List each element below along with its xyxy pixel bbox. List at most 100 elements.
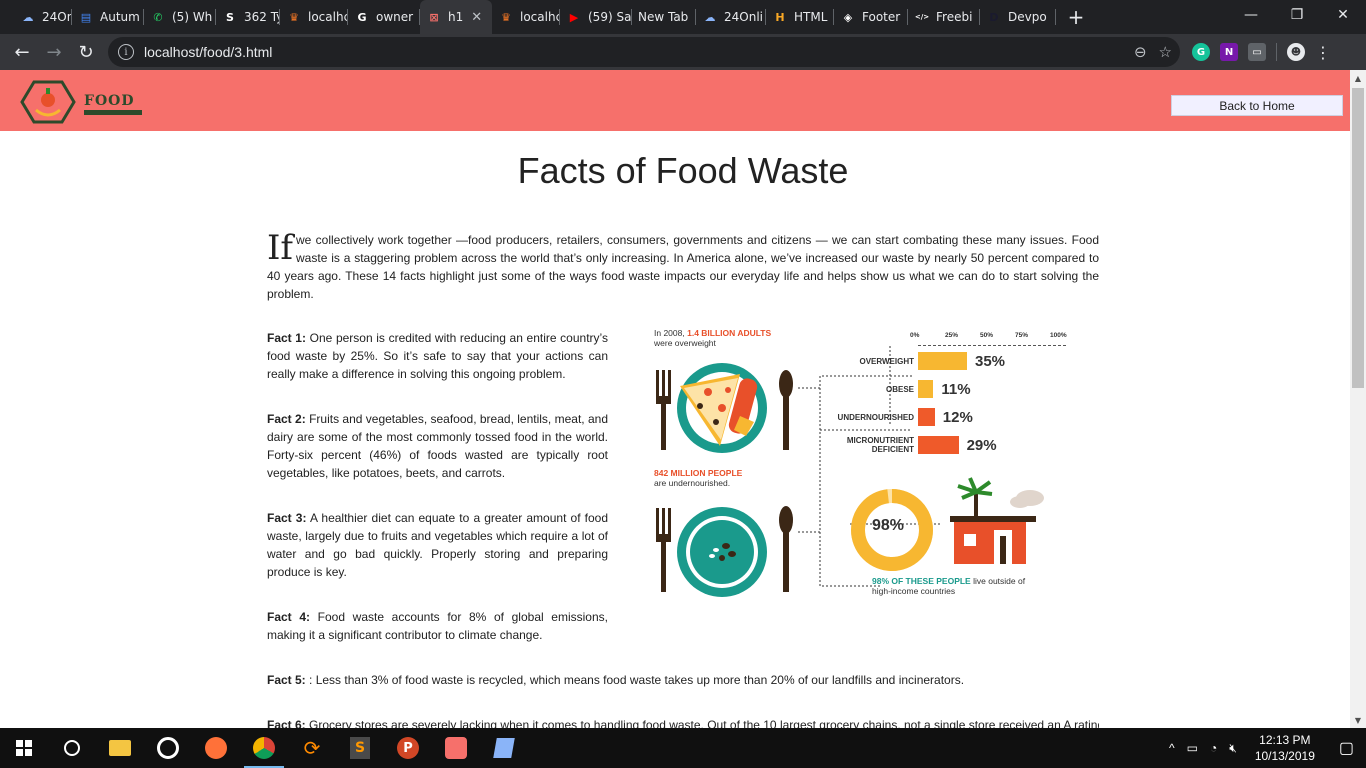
battery-icon[interactable]: ▭ (1187, 741, 1198, 755)
xampp-crown-icon: ♛ (289, 10, 299, 24)
window-controls: — ❐ ✕ (1228, 0, 1366, 34)
close-window-icon[interactable]: ✕ (1320, 0, 1366, 30)
chrome-icon[interactable] (240, 728, 288, 768)
sync-icon[interactable]: ⟳ (288, 728, 336, 768)
s-logo-icon: S (226, 10, 234, 24)
windows-start-icon[interactable] (0, 728, 48, 768)
bookmark-star-icon[interactable]: ☆ (1159, 43, 1172, 61)
profile-avatar-icon[interactable]: ☻ (1287, 43, 1305, 61)
codepen-icon: ◈ (843, 10, 853, 24)
browser-tab[interactable]: ▶ (59) Sa (560, 0, 632, 34)
tab-label: (59) Sa (588, 10, 632, 24)
tab-label: localhc (308, 10, 348, 24)
site-info-icon[interactable]: i (118, 44, 134, 60)
fact-label: Fact 2: (267, 412, 306, 426)
restore-icon[interactable]: ❐ (1274, 0, 1320, 30)
tab-label: Devpo (1008, 10, 1047, 24)
back-to-home-button[interactable]: Back to Home (1171, 95, 1343, 116)
notepad-icon[interactable] (480, 728, 528, 768)
onenote-icon[interactable]: N (1220, 43, 1238, 61)
groove-music-icon[interactable] (144, 728, 192, 768)
windows-taskbar: ⟳ S P ^ ▭ ◔ 🔇︎ 12:13 PM 10/13/2019 ▢ (0, 728, 1366, 768)
browser-tab[interactable]: ☁ 24Onli (696, 0, 766, 34)
fact-6: Fact 6: Grocery stores are severely lack… (267, 716, 1099, 728)
reload-icon[interactable]: ↻ (70, 36, 102, 68)
tab-label: Freebi (936, 10, 973, 24)
tab-label: localhc (520, 10, 560, 24)
donut-label: 98% (872, 517, 905, 534)
logo-text: FOOD (84, 92, 135, 109)
tab-label: Footer (862, 10, 901, 24)
browser-tab[interactable]: ▤ Autum (72, 0, 144, 34)
wifi-icon[interactable]: ◔ (1210, 741, 1217, 755)
food-rescue-logo-icon (20, 80, 76, 124)
cloud-icon: ☁ (22, 10, 34, 24)
fact-text: Food waste accounts for 8% of global emi… (267, 610, 608, 642)
extensions-area: G N ▭ ☻ ⋮ (1192, 34, 1331, 70)
clock-time: 12:13 PM (1259, 733, 1311, 747)
search-circle-icon[interactable] (48, 728, 96, 768)
intro-dropcap: If (267, 228, 294, 268)
caption-text: high-income countries (872, 586, 956, 596)
tab-label: HTML (794, 10, 828, 24)
food-waste-infographic: In 2008, 1.4 BILLION ADULTS were overwei… (650, 316, 1070, 608)
fact-5: Fact 5: : Less than 3% of food waste is … (267, 671, 1099, 689)
site-logo[interactable]: FOOD (20, 80, 142, 124)
volume-muted-icon[interactable]: 🔇︎ (1229, 741, 1237, 756)
browser-tab[interactable]: ◈ Footer (834, 0, 908, 34)
browser-tab[interactable]: ♛ localhc (280, 0, 348, 34)
browser-tab[interactable]: Gowner (348, 0, 420, 34)
scroll-down-icon[interactable]: ▼ (1350, 712, 1366, 728)
scrollbar-thumb[interactable] (1352, 88, 1364, 388)
site-header: FOOD Back to Home (0, 70, 1350, 131)
browser-tab[interactable]: S 362 Ty (216, 0, 280, 34)
tab-label: Autum (100, 10, 140, 24)
tray-chevron-icon[interactable]: ^ (1169, 741, 1175, 755)
fact-label: Fact 4: (267, 610, 310, 624)
forward-arrow-icon[interactable]: → (38, 36, 70, 68)
fact-text: : Less than 3% of food waste is recycled… (309, 673, 965, 687)
grammarly-icon[interactable]: G (1192, 43, 1210, 61)
tab-label: 362 Ty (244, 10, 280, 24)
doc-icon: ▤ (80, 10, 92, 24)
taskbar-clock[interactable]: 12:13 PM 10/13/2019 (1255, 732, 1315, 764)
house-palm-icon (950, 477, 1044, 564)
firefox-icon[interactable] (192, 728, 240, 768)
browser-tab[interactable]: ☁ 24Onli (14, 0, 72, 34)
codesandbox-icon[interactable] (432, 728, 480, 768)
minimize-icon[interactable]: — (1228, 0, 1274, 30)
fact-4: Fact 4: Food waste accounts for 8% of gl… (267, 608, 608, 644)
fact-2: Fact 2: Fruits and vegetables, seafood, … (267, 410, 608, 482)
xampp-crown-icon: ♛ (501, 10, 511, 24)
powerpoint-p-icon[interactable]: P (384, 728, 432, 768)
youtube-icon: ▶ (569, 10, 579, 24)
zoom-icon[interactable]: ⊖ (1134, 43, 1147, 61)
page-scrollbar[interactable]: ▲ ▼ (1350, 70, 1366, 728)
clock-date: 10/13/2019 (1254, 749, 1315, 763)
back-arrow-icon[interactable]: ← (6, 36, 38, 68)
notifications-icon[interactable]: ▢ (1339, 738, 1354, 758)
d-logo-icon: D (989, 10, 999, 24)
browser-tab[interactable]: D Devpo (980, 0, 1056, 34)
close-tab-icon[interactable]: ✕ (471, 10, 482, 25)
fact-text: One person is credited with reducing an … (267, 331, 608, 381)
scroll-up-icon[interactable]: ▲ (1350, 70, 1366, 86)
system-tray: ^ ▭ ◔ 🔇︎ 12:13 PM 10/13/2019 ▢ (1163, 728, 1366, 768)
browser-tab[interactable]: H HTML (766, 0, 834, 34)
tab-label: 24Onli (724, 10, 763, 24)
browser-tab[interactable]: ⊠ h1 ✕ (420, 0, 492, 34)
cast-icon[interactable]: ▭ (1248, 43, 1266, 61)
browser-tab[interactable]: New Tab (632, 0, 696, 34)
tab-label: (5) Wh (172, 10, 213, 24)
file-explorer-icon[interactable] (96, 728, 144, 768)
tab-label: New Tab (638, 10, 689, 24)
page-viewport: FOOD Back to Home Facts of Food Waste If… (0, 70, 1350, 728)
menu-kebab-icon[interactable]: ⋮ (1315, 43, 1331, 62)
address-bar[interactable]: i localhost/food/3.html ⊖ ☆ (108, 37, 1180, 67)
new-tab-icon[interactable]: + (1064, 5, 1088, 29)
sublime-text-icon[interactable]: S (336, 728, 384, 768)
browser-tab[interactable]: ♛ localhc (492, 0, 560, 34)
logo-subtext-bar (84, 109, 142, 115)
browser-tab[interactable]: ✆ (5) Wh (144, 0, 216, 34)
browser-tab[interactable]: </> Freebi (908, 0, 980, 34)
